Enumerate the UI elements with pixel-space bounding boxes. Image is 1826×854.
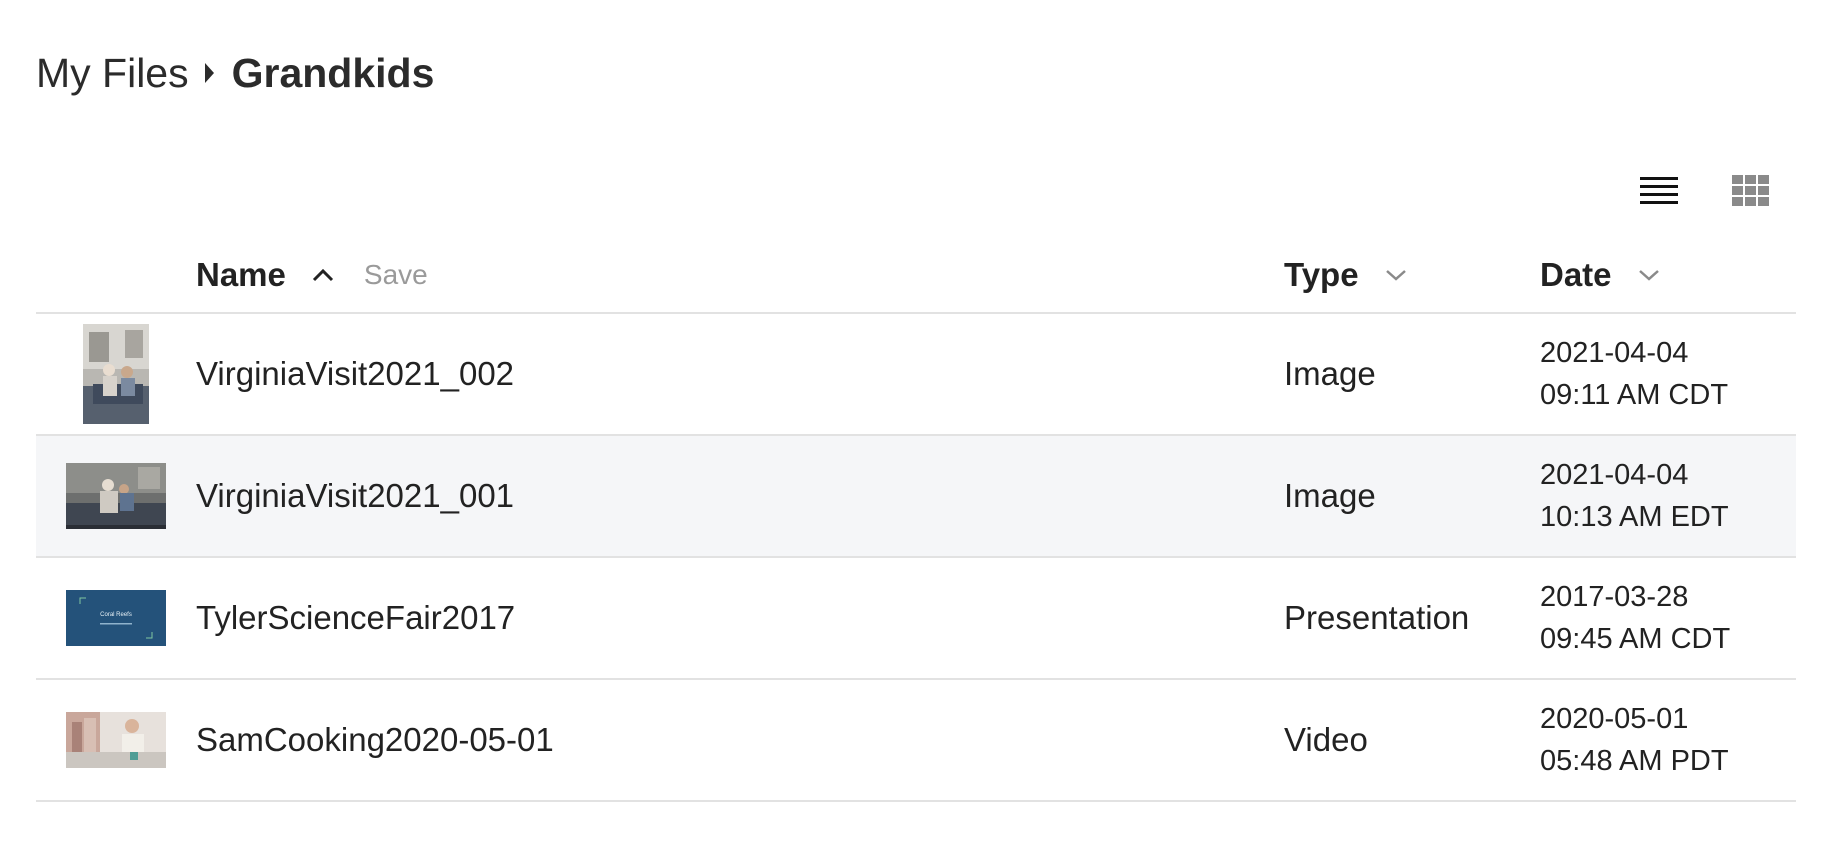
file-date-day: 2021-04-04	[1540, 337, 1689, 369]
table-header: Name Save Type Date	[36, 238, 1796, 314]
file-date-day: 2021-04-04	[1540, 459, 1689, 491]
file-type: Video	[1284, 721, 1368, 758]
date-column-label[interactable]: Date	[1540, 256, 1612, 294]
file-name[interactable]: SamCooking2020-05-01	[196, 721, 1284, 759]
file-date-time: 09:11 AM CDT	[1540, 379, 1729, 411]
file-date: 2021-04-04 10:13 AM EDT	[1540, 454, 1796, 538]
breadcrumb-current-folder: Grandkids	[231, 49, 435, 96]
thumbnail-cell: Coral Reefs	[36, 558, 196, 678]
chevron-down-icon	[1638, 270, 1659, 281]
view-toggle	[1640, 174, 1770, 208]
file-type: Image	[1284, 355, 1376, 392]
type-sort-button[interactable]	[1385, 268, 1407, 282]
slide-thumbnail-title: Coral Reefs	[100, 612, 132, 618]
file-row[interactable]: Coral Reefs TylerScienceFair2017 Present…	[36, 558, 1796, 680]
file-date: 2020-05-01 05:48 AM PDT	[1540, 698, 1796, 782]
file-type: Image	[1284, 477, 1376, 514]
file-name[interactable]: VirginiaVisit2021_001	[196, 477, 1284, 515]
type-column-header: Type	[1284, 256, 1540, 294]
file-type: Presentation	[1284, 599, 1470, 636]
file-name[interactable]: VirginiaVisit2021_002	[196, 355, 1284, 393]
file-table: Name Save Type Date VirginiaVisit2021_00…	[36, 238, 1796, 802]
photo-thumbnail	[83, 324, 149, 424]
file-date: 2021-04-04 09:11 AM CDT	[1540, 332, 1796, 416]
breadcrumb-root-link[interactable]: My Files	[36, 50, 189, 97]
file-row[interactable]: VirginiaVisit2021_002 Image 2021-04-04 0…	[36, 314, 1796, 436]
breadcrumb-separator-icon	[204, 63, 214, 83]
name-column-label[interactable]: Name	[196, 256, 286, 294]
photo-thumbnail	[66, 463, 166, 529]
name-sort-button[interactable]	[312, 268, 334, 282]
date-sort-button[interactable]	[1638, 268, 1660, 282]
file-date-time: 05:48 AM PDT	[1540, 745, 1729, 777]
file-row[interactable]: SamCooking2020-05-01 Video 2020-05-01 05…	[36, 680, 1796, 802]
list-view-icon[interactable]	[1640, 174, 1678, 208]
video-thumbnail	[66, 712, 166, 768]
chevron-up-icon	[312, 268, 333, 282]
file-date: 2017-03-28 09:45 AM CDT	[1540, 576, 1796, 660]
name-column-header: Name Save	[196, 256, 1284, 294]
chevron-down-icon	[1385, 270, 1406, 281]
save-sort-button[interactable]: Save	[364, 259, 428, 291]
type-column-label[interactable]: Type	[1284, 256, 1359, 294]
file-date-day: 2020-05-01	[1540, 703, 1689, 735]
thumbnail-cell	[36, 314, 196, 434]
file-row[interactable]: VirginiaVisit2021_001 Image 2021-04-04 1…	[36, 436, 1796, 558]
date-column-header: Date	[1540, 256, 1796, 294]
file-date-time: 09:45 AM CDT	[1540, 623, 1731, 655]
thumbnail-cell	[36, 436, 196, 556]
slide-thumbnail: Coral Reefs	[66, 590, 166, 646]
thumbnail-cell	[36, 680, 196, 800]
file-date-time: 10:13 AM EDT	[1540, 501, 1729, 533]
file-name[interactable]: TylerScienceFair2017	[196, 599, 1284, 637]
grid-view-icon[interactable]	[1732, 174, 1770, 208]
breadcrumb: My Files Grandkids	[36, 46, 434, 100]
file-date-day: 2017-03-28	[1540, 581, 1689, 613]
